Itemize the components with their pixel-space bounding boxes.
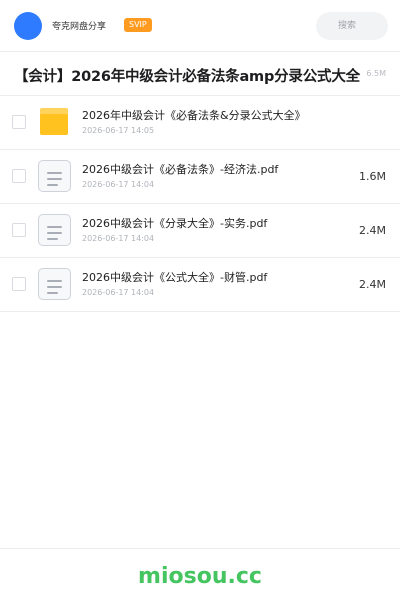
file-size: 2.4M bbox=[359, 224, 386, 237]
username[interactable]: 夸克网盘分享 bbox=[52, 19, 106, 32]
file-size: 2.4M bbox=[359, 278, 386, 291]
row-checkbox[interactable] bbox=[12, 115, 26, 129]
share-title-row: 6.5M 【会计】2026年中级会计必备法条amp分录公式大全 bbox=[0, 52, 400, 96]
file-row[interactable]: 2026中级会计《分录大全》-实务.pdf 2026-06-17 14:04 2… bbox=[0, 204, 400, 258]
brand-watermark: miosou.cc bbox=[138, 564, 262, 589]
document-icon bbox=[38, 268, 71, 300]
file-date: 2026-06-17 14:04 bbox=[82, 288, 155, 297]
avatar[interactable] bbox=[14, 12, 42, 40]
total-size: 6.5M bbox=[366, 69, 386, 78]
row-checkbox[interactable] bbox=[12, 223, 26, 237]
vip-badge: SVIP bbox=[124, 18, 152, 32]
file-row[interactable]: 2026年中级会计《必备法条&分录公式大全》 2026-06-17 14:05 bbox=[0, 96, 400, 150]
row-checkbox[interactable] bbox=[12, 169, 26, 183]
document-icon bbox=[38, 214, 71, 246]
file-row[interactable]: 2026中级会计《公式大全》-财管.pdf 2026-06-17 14:04 2… bbox=[0, 258, 400, 312]
footer: miosou.cc bbox=[0, 548, 400, 600]
file-name[interactable]: 2026中级会计《必备法条》-经济法.pdf bbox=[82, 161, 278, 177]
file-date: 2026-06-17 14:04 bbox=[82, 180, 155, 189]
file-name[interactable]: 2026中级会计《公式大全》-财管.pdf bbox=[82, 269, 267, 285]
page-title: 【会计】2026年中级会计必备法条amp分录公式大全 bbox=[14, 69, 360, 85]
file-name[interactable]: 2026中级会计《分录大全》-实务.pdf bbox=[82, 215, 267, 231]
folder-icon bbox=[40, 108, 68, 135]
row-checkbox[interactable] bbox=[12, 277, 26, 291]
document-icon bbox=[38, 160, 71, 192]
file-row[interactable]: 2026中级会计《必备法条》-经济法.pdf 2026-06-17 14:04 … bbox=[0, 150, 400, 204]
file-date: 2026-06-17 14:04 bbox=[82, 234, 155, 243]
file-size: 1.6M bbox=[359, 170, 386, 183]
file-name[interactable]: 2026年中级会计《必备法条&分录公式大全》 bbox=[82, 107, 306, 123]
search-input[interactable]: 搜索 bbox=[316, 12, 388, 40]
header-bar: 夸克网盘分享 SVIP 搜索 bbox=[0, 0, 400, 52]
file-date: 2026-06-17 14:05 bbox=[82, 126, 155, 135]
